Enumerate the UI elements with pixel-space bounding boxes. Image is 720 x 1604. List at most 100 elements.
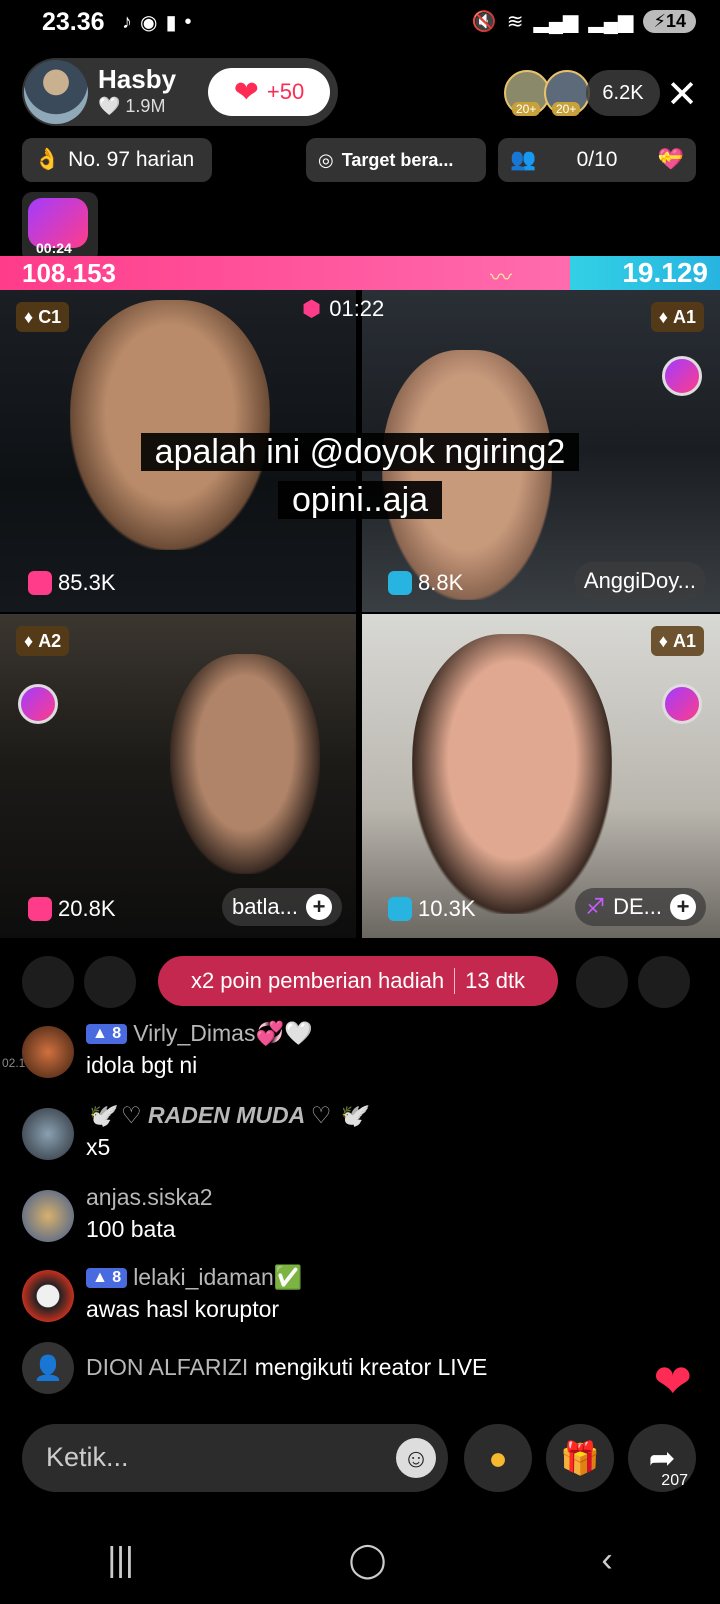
target-pill[interactable]: ◎ Target bera... [306,138,486,182]
boost-timer-value: 00:24 [36,240,72,256]
host-likes-count: 1.9M [125,96,166,116]
host-avatar[interactable] [24,60,88,124]
diamond-icon: ♦ [658,306,668,327]
viewer-count[interactable]: 6.2K [586,70,660,116]
like-bonus: +50 [266,79,305,104]
comment-avatar[interactable] [22,1270,74,1322]
guest-name-pill[interactable]: ♐ DE... + [575,888,706,926]
comment-item[interactable]: 🕊️ ♡ RADEN MUDA ♡ 🕊️ x5 [22,1102,682,1172]
guest-score-value: 85.3K [58,570,116,595]
tier-badge: ♦ A2 [16,626,70,656]
blue-timer-icon [388,897,412,921]
guest-name-pill[interactable]: AnggiDoy... [573,562,706,600]
gift-icon: 🎁 [560,1440,600,1476]
cell-signal-icon: ▂▄▆ [533,11,579,33]
dot-icon: • [184,11,192,33]
gift-heart-icon: 💝 [657,148,684,171]
comment-item[interactable]: anjas.siska2 100 bata [22,1184,682,1254]
guest-score-value: 20.8K [58,896,116,921]
diamond-icon: ♦ [24,630,34,651]
back-icon[interactable]: ‹ [601,1541,612,1580]
gifter-avatar[interactable] [576,956,628,1008]
status-notification-icons: ♪ ◉ ▮ • [122,10,191,35]
guest-name: batla... [231,894,298,919]
comment-username[interactable]: anjas.siska2 [86,1184,213,1211]
follow-message: mengikuti kreator LIVE [254,1354,488,1380]
coin-promo-button[interactable]: ● [464,1424,532,1492]
follow-notice: 👤 DION ALFARIZI mengikuti kreator LIVE [22,1342,642,1394]
diamond-icon: ♦ [658,630,668,651]
comment-avatar[interactable] [22,1026,74,1078]
share-button[interactable]: ➦ 207 [628,1424,696,1492]
guest-score: 85.3K [28,570,116,596]
comment-text: x5 [86,1134,111,1160]
message-icon: ◉ [140,12,158,34]
host-card[interactable]: Hasby 🤍 1.9M ❤ +50 [22,58,338,126]
bonus-divider [454,968,456,994]
gifter-avatar[interactable] [84,956,136,1008]
top-viewers[interactable]: 20+ 20+ [504,70,590,116]
comment-item[interactable]: ▲ 8 Virly_Dimas💞🤍 idola bgt ni [22,1020,682,1090]
wifi-icon: ≋ [506,11,524,33]
target-icon: ◎ [318,149,334,170]
share-count: 207 [661,1472,688,1489]
tier-label: A1 [672,306,696,327]
battle-right-score: 19.129 [622,257,708,288]
gift-button[interactable]: 🎁 [546,1424,614,1492]
blue-timer-icon [388,571,412,595]
tier-badge: ♦ C1 [16,302,70,332]
caption-line-1: apalah ini @doyok ngiring2 [140,433,580,471]
guest-cell-3[interactable]: ♦ A2 20.8K batla... + [0,614,356,938]
home-icon[interactable]: ◯ [349,1540,387,1580]
cell-signal-icon-2: ▂▄▆ [588,11,634,33]
pink-timer-icon [28,897,52,921]
gifter-avatar[interactable] [22,956,74,1008]
battle-left-score: 108.153 [22,258,116,288]
tier-badge: ♦ A1 [650,626,704,656]
daily-rank-pill[interactable]: 👌 No. 97 harian [22,138,212,182]
boost-icon[interactable] [662,684,702,724]
follow-like-button[interactable]: ❤ +50 [208,68,330,116]
status-time: 23.36 [42,8,105,36]
guest-score-value: 10.3K [418,896,476,921]
comment-text: awas hasl koruptor [86,1296,280,1322]
comment-avatar[interactable] [22,1190,74,1242]
emoji-icon[interactable]: ☺ [396,1438,436,1478]
follow-username[interactable]: DION ALFARIZI [86,1354,248,1380]
bonus-seconds: 13 dtk [465,968,526,993]
pink-timer-icon [28,571,52,595]
comment-text: idola bgt ni [86,1052,198,1078]
follow-text: DION ALFARIZI mengikuti kreator LIVE [86,1354,487,1381]
goal-pill[interactable]: 👥 0/10 💝 [498,138,696,182]
level-value: 8 [112,1024,122,1042]
comment-username[interactable]: 🕊️ ♡ RADEN MUDA ♡ 🕊️ [86,1102,366,1129]
battle-countdown: ⬢ 01:22 [302,296,384,322]
guest-name-pill[interactable]: batla... + [221,888,342,926]
comment-input[interactable]: Ketik... ☺ [22,1424,448,1492]
boost-icon[interactable] [18,684,58,724]
follow-plus-icon[interactable]: + [306,894,332,920]
battle-countdown-value: 01:22 [329,296,385,321]
host-likes: 🤍 1.9M [98,96,166,116]
coin-icon: ● [488,1439,508,1476]
host-name: Hasby [98,64,177,94]
zodiac-icon: ♐ [585,894,606,919]
guest-score: 20.8K [28,896,116,922]
tiktok-icon: ♪ [122,11,132,33]
comment-username[interactable]: Virly_Dimas💞🤍 [133,1020,313,1047]
comment-avatar[interactable] [22,1108,74,1160]
comment-item[interactable]: ▲ 8 lelaki_idaman✅ awas hasl koruptor [22,1264,682,1334]
viewer-avatar[interactable]: 20+ [544,70,590,116]
follow-plus-icon[interactable]: + [670,894,696,920]
guest-score: 10.3K [388,896,476,922]
gifter-avatar[interactable] [638,956,690,1008]
thumbs-up-icon: 👌 [34,148,61,171]
guest-cell-4[interactable]: ♦ A1 10.3K ♐ DE... + [362,614,720,938]
comment-username[interactable]: lelaki_idaman✅ [133,1264,302,1291]
battle-icon: ⬢ [302,296,322,321]
boost-timer[interactable]: 00:24 [22,192,98,262]
close-icon[interactable]: ✕ [666,72,698,117]
bonus-text: x2 poin pemberian hadiah [190,968,445,993]
boost-icon[interactable] [662,356,702,396]
recent-apps-icon[interactable]: ||| [107,1541,134,1580]
